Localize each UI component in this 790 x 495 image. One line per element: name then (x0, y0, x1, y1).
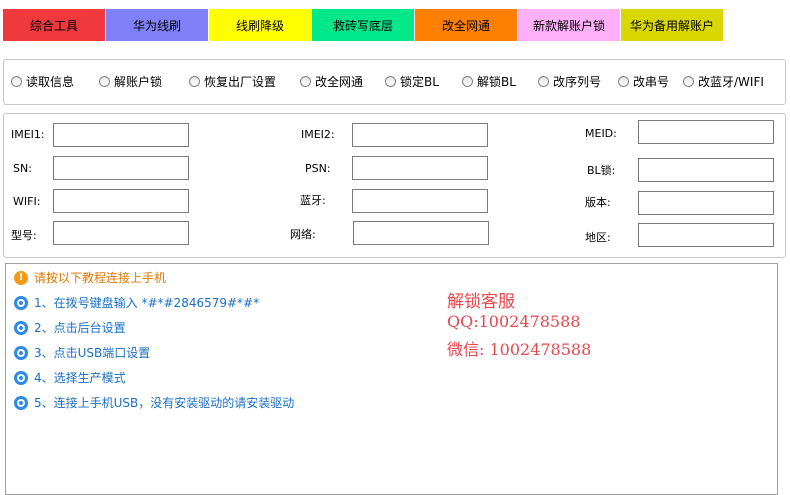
radio-icon[interactable] (683, 76, 694, 87)
step-bullet-icon (14, 345, 28, 360)
imei2-label: IMEI2: (301, 128, 335, 141)
option-label: 解锁BL (477, 75, 516, 89)
tab-general-tools[interactable]: 综合工具 (3, 9, 105, 41)
option-label: 改全网通 (315, 75, 364, 89)
step-text: 4、选择生产模式 (34, 371, 126, 385)
radio-icon[interactable] (618, 76, 629, 87)
option-label: 读取信息 (26, 75, 75, 89)
warning-icon: ! (14, 270, 28, 285)
step-line: 4、选择生产模式 (14, 369, 126, 386)
step-line: 2、点击后台设置 (14, 319, 126, 336)
radio-icon[interactable] (189, 76, 200, 87)
imei1-field[interactable] (53, 123, 189, 147)
tab-unbrick[interactable]: 救砖写底层 (312, 9, 414, 41)
option-change-bt-wifi[interactable]: 改蓝牙/WIFI (683, 73, 764, 90)
wifi-label: WIFI: (13, 195, 41, 208)
region-label: 地区: (585, 231, 611, 244)
option-label: 恢复出厂设置 (204, 75, 277, 89)
radio-icon[interactable] (99, 76, 110, 87)
step-bullet-icon (14, 370, 28, 385)
option-full-network[interactable]: 改全网通 (300, 73, 363, 90)
step-text: 3、点击USB端口设置 (34, 346, 151, 360)
region-field[interactable] (638, 223, 774, 247)
step-text: 1、在拨号键盘输入 *#*#2846579#*#* (34, 296, 260, 310)
step-text: 5、连接上手机USB，没有安装驱动的请安装驱动 (34, 396, 295, 410)
psn-label: PSN: (305, 162, 331, 175)
option-label: 锁定BL (400, 75, 439, 89)
contact-title: 解锁客服 (447, 292, 515, 312)
log-panel[interactable]: ! 请按以下教程连接上手机 1、在拨号键盘输入 *#*#2846579#*#* … (5, 263, 778, 495)
warning-text: 请按以下教程连接上手机 (34, 271, 167, 285)
tab-full-network[interactable]: 改全网通 (415, 9, 517, 41)
sn-label: SN: (13, 162, 32, 175)
network-field[interactable] (353, 221, 489, 245)
meid-field[interactable] (638, 120, 774, 144)
tab-new-account-unlock[interactable]: 新款解账户锁 (518, 9, 620, 41)
model-label: 型号: (11, 229, 37, 242)
psn-field[interactable] (352, 156, 488, 180)
option-label: 解账户锁 (114, 75, 163, 89)
tab-flash-downgrade[interactable]: 线刷降级 (209, 9, 311, 41)
radio-icon[interactable] (538, 76, 549, 87)
contact-wechat: 微信: 1002478588 (447, 340, 592, 359)
version-field[interactable] (638, 191, 774, 215)
bl-lock-label: BL锁: (587, 164, 616, 177)
option-lock-bl[interactable]: 锁定BL (385, 73, 439, 90)
step-bullet-icon (14, 295, 28, 310)
warning-line: ! 请按以下教程连接上手机 (14, 269, 166, 286)
step-bullet-icon (14, 320, 28, 335)
radio-icon[interactable] (300, 76, 311, 87)
step-bullet-icon (14, 395, 28, 410)
contact-qq: QQ:1002478588 (447, 312, 581, 331)
model-field[interactable] (53, 221, 189, 245)
network-label: 网络: (290, 228, 316, 241)
radio-icon[interactable] (462, 76, 473, 87)
step-text: 2、点击后台设置 (34, 321, 126, 335)
imei1-label: IMEI1: (11, 128, 45, 141)
option-unlock-bl[interactable]: 解锁BL (462, 73, 516, 90)
tab-huawei-flash[interactable]: 华为线刷 (106, 9, 208, 41)
bl-lock-field[interactable] (638, 158, 774, 182)
step-line: 3、点击USB端口设置 (14, 344, 150, 361)
meid-label: MEID: (585, 127, 617, 140)
device-info-panel: IMEI1: IMEI2: MEID: SN: PSN: BL锁: WIFI: … (3, 113, 786, 258)
bluetooth-label: 蓝牙: (300, 194, 326, 207)
imei2-field[interactable] (352, 123, 488, 147)
radio-icon[interactable] (11, 76, 22, 87)
tab-huawei-backup-unlock[interactable]: 华为备用解账户 (621, 9, 723, 41)
sn-field[interactable] (53, 156, 189, 180)
option-change-imei[interactable]: 改串号 (618, 73, 669, 90)
radio-icon[interactable] (385, 76, 396, 87)
option-factory-reset[interactable]: 恢复出厂设置 (189, 73, 276, 90)
bluetooth-field[interactable] (352, 189, 488, 213)
operation-options: 读取信息 解账户锁 恢复出厂设置 改全网通 锁定BL 解锁BL 改序列号 改串号… (3, 59, 786, 105)
wifi-field[interactable] (53, 189, 189, 213)
option-label: 改序列号 (553, 75, 602, 89)
option-label: 改串号 (633, 75, 670, 89)
step-line: 1、在拨号键盘输入 *#*#2846579#*#* (14, 294, 259, 311)
tool-tabs: 综合工具 华为线刷 线刷降级 救砖写底层 改全网通 新款解账户锁 华为备用解账户 (3, 9, 723, 41)
step-line: 5、连接上手机USB，没有安装驱动的请安装驱动 (14, 394, 294, 411)
option-account-unlock[interactable]: 解账户锁 (99, 73, 162, 90)
option-read-info[interactable]: 读取信息 (11, 73, 74, 90)
version-label: 版本: (585, 196, 611, 209)
option-label: 改蓝牙/WIFI (698, 75, 764, 89)
option-change-serial[interactable]: 改序列号 (538, 73, 601, 90)
